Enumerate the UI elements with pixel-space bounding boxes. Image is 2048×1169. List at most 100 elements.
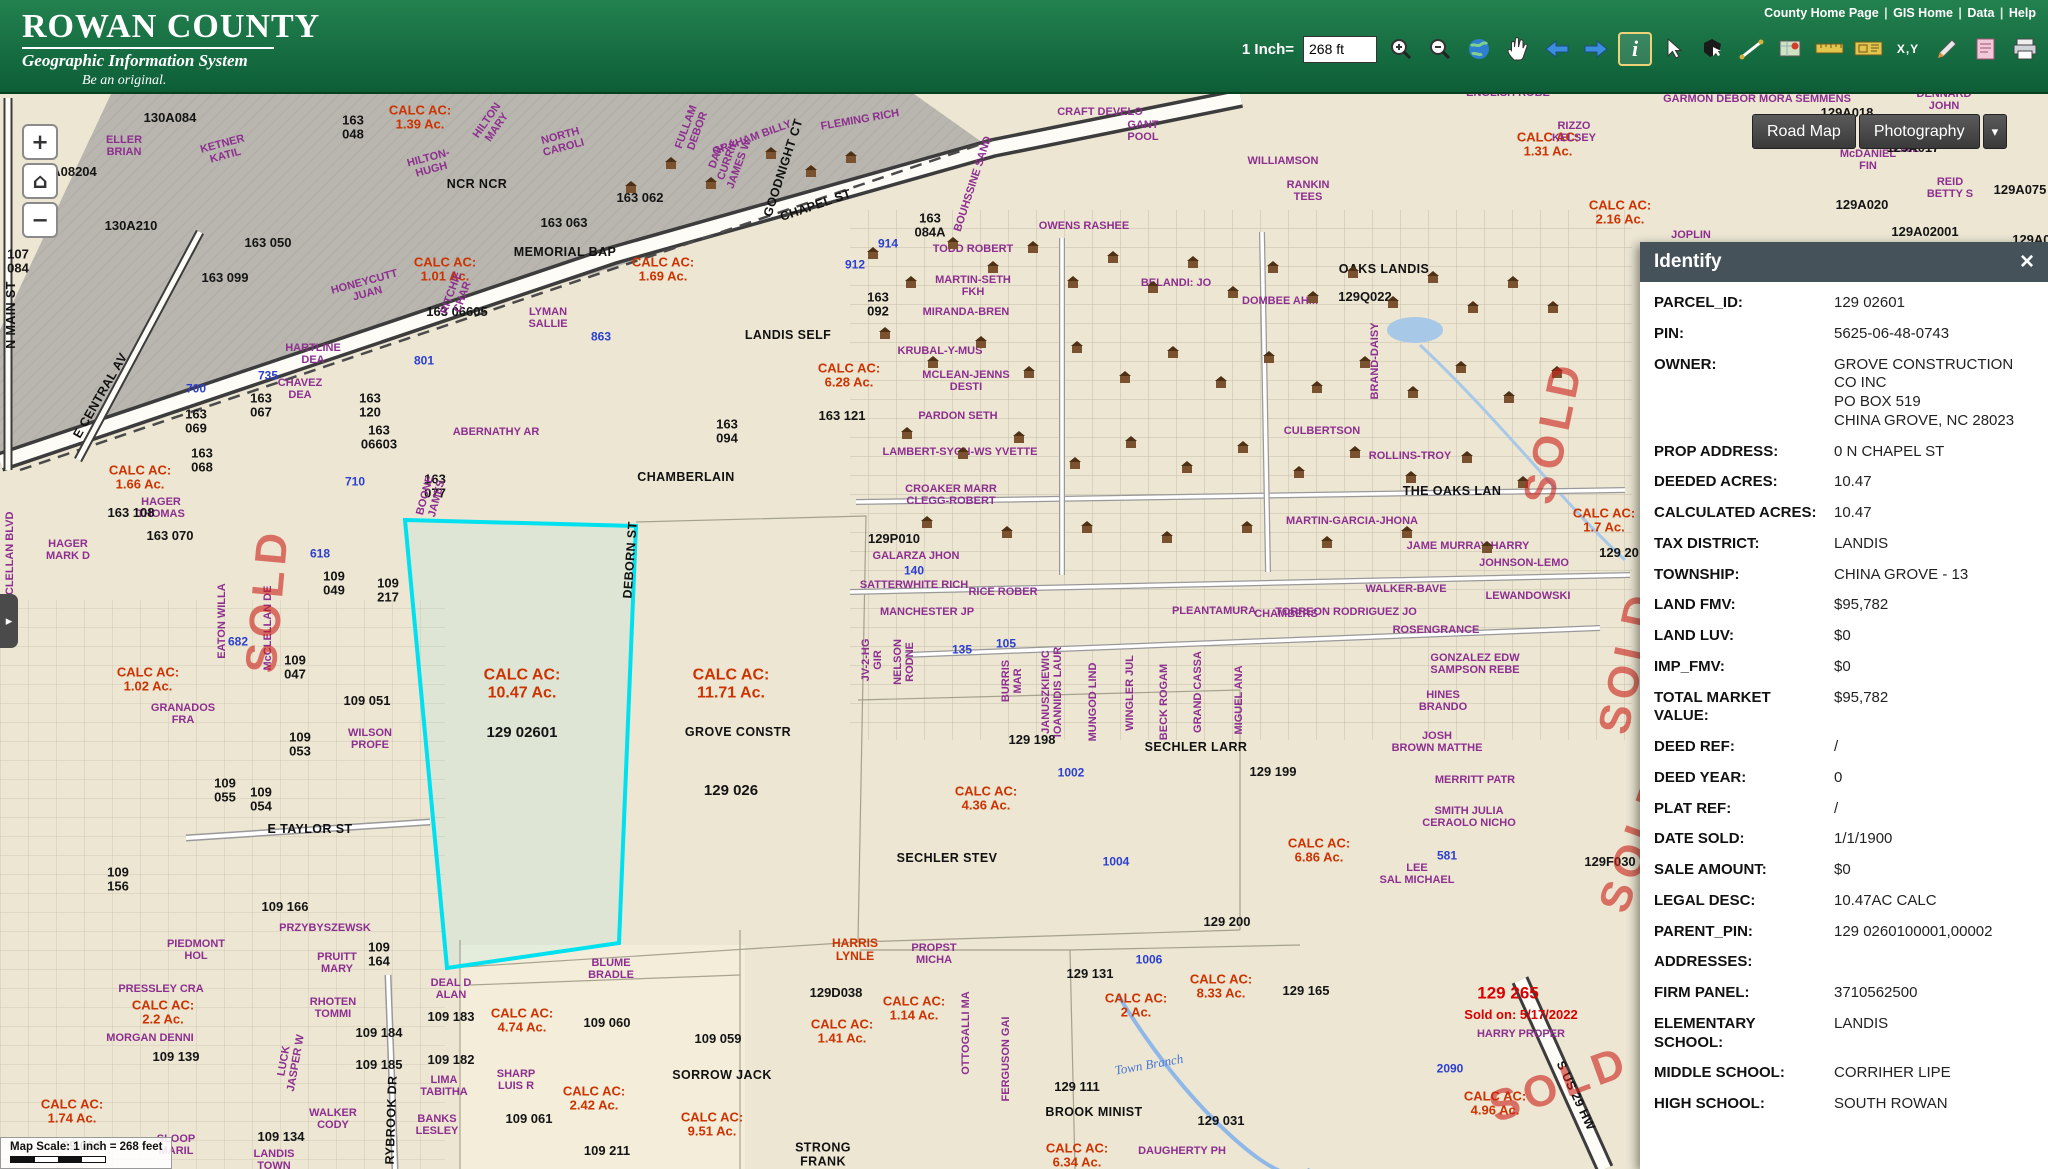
identify-field-value: 129 0260100001,00002 [1834,923,2034,942]
identify-row: TOTAL MARKET VALUE:$95,782 [1654,683,2034,733]
panel-collapse-tab[interactable]: ▸ [0,594,18,648]
identify-field-label: FIRM PANEL: [1654,984,1826,1003]
identify-icon[interactable]: i [1618,32,1652,66]
identify-field-label: DEEDED ACRES: [1654,473,1826,492]
identify-field-value: 10.47 [1834,473,2034,492]
scalebar-bar [10,1156,106,1163]
stream-town-branch [1118,995,1310,1169]
identify-row: CALCULATED ACRES: 10.47 [1654,498,2034,529]
identify-field-label: TOTAL MARKET VALUE: [1654,689,1826,727]
identify-panel: Identify × PARCEL_ID:129 02601PIN:5625-0… [1640,242,2048,1169]
identify-row: HIGH SCHOOL:SOUTH ROWAN [1654,1089,2034,1120]
forward-icon[interactable] [1579,32,1613,66]
home-button[interactable]: ⌂ [22,163,58,199]
identify-field-label: LAND FMV: [1654,596,1826,615]
identify-row: FIRM PANEL: 3710562500 [1654,978,2034,1009]
identify-field-value: 129 02601 [1834,294,2034,313]
identify-row: LEGAL DESC: 10.47AC CALC [1654,886,2034,917]
identify-field-value: 10.47 [1834,504,2034,523]
zoom-in-button[interactable]: + [22,124,58,160]
measure-icon[interactable] [1735,32,1769,66]
identify-field-label: PIN: [1654,325,1826,344]
logo-subtitle: Geographic Information System [22,51,320,71]
measure-distance-icon[interactable] [1813,32,1847,66]
basemap-button-road-map[interactable]: Road Map [1752,114,1856,149]
identify-field-label: PROP ADDRESS: [1654,443,1826,462]
identify-row: PARENT_PIN: 129 0260100001,00002 [1654,917,2034,948]
xy-icon[interactable]: X,Y [1891,32,1925,66]
logo-rule [22,47,274,49]
identify-field-value: CORRIHER LIPE [1834,1064,2034,1083]
basemap-dropdown-button[interactable]: ▾ [1983,114,2008,149]
identify-field-label: HIGH SCHOOL: [1654,1095,1826,1114]
zoom-in-icon[interactable] [1384,32,1418,66]
identify-field-value [1834,953,2034,972]
basemap-switcher: Road MapPhotography▾ [1752,114,2007,149]
identify-field-label: ELEMENTARY SCHOOL: [1654,1015,1826,1053]
close-icon[interactable]: × [2020,250,2034,274]
globe-icon[interactable] [1462,32,1496,66]
basemap-button-photography[interactable]: Photography [1859,114,1980,149]
identify-field-value: 3710562500 [1834,984,2034,1003]
pan-icon[interactable] [1501,32,1535,66]
identify-row: LAND FMV: $95,782 [1654,590,2034,621]
zoom-out-icon[interactable] [1423,32,1457,66]
identify-field-value: $0 [1834,861,2034,880]
measure-area-icon[interactable] [1852,32,1886,66]
identify-field-label: MIDDLE SCHOOL: [1654,1064,1826,1083]
report-icon[interactable] [1969,32,2003,66]
identify-field-value: 0 [1834,769,2034,788]
scale-input[interactable] [1303,36,1377,63]
subdivision-grid [850,210,1632,740]
header-link[interactable]: Data [1967,6,1994,20]
identify-field-label: LEGAL DESC: [1654,892,1826,911]
select-features-icon[interactable] [1696,32,1730,66]
map-export-icon[interactable] [1774,32,1808,66]
identify-field-value: GROVE CONSTRUCTION CO INC PO BOX 519 CHI… [1834,356,2034,431]
identify-row: MIDDLE SCHOOL: CORRIHER LIPE [1654,1058,2034,1089]
back-icon[interactable] [1540,32,1574,66]
identify-field-label: CALCULATED ACRES: [1654,504,1826,523]
identify-field-label: OWNER: [1654,356,1826,431]
identify-field-label: TOWNSHIP: [1654,566,1826,585]
print-icon[interactable] [2008,32,2042,66]
identify-field-value: CHINA GROVE - 13 [1834,566,2034,585]
identify-field-value: $0 [1834,627,2034,646]
identify-field-label: DEED REF: [1654,738,1826,757]
identify-field-label: PLAT REF: [1654,800,1826,819]
pointer-icon[interactable] [1657,32,1691,66]
header-link[interactable]: County Home Page [1764,6,1879,20]
identify-row: ADDRESSES: [1654,947,2034,978]
identify-row: TAX DISTRICT:LANDIS [1654,529,2034,560]
identify-panel-header: Identify × [1640,242,2048,282]
identify-field-value: $0 [1834,658,2034,677]
identify-title: Identify [1654,251,1722,273]
identify-row: DATE SOLD:1/1/1900 [1654,824,2034,855]
map-nav-controls: + ⌂ − [22,124,58,238]
identify-row: OWNER:GROVE CONSTRUCTION CO INC PO BOX 5… [1654,350,2034,437]
identify-row: DEED REF:/ [1654,732,2034,763]
identify-field-label: PARCEL_ID: [1654,294,1826,313]
logo-title: ROWAN COUNTY [22,8,320,46]
identify-row: PROP ADDRESS:0 N CHAPEL ST [1654,437,2034,468]
identify-row: ELEMENTARY SCHOOL:LANDIS [1654,1009,2034,1059]
header-link[interactable]: Help [2009,6,2036,20]
identify-field-label: DATE SOLD: [1654,830,1826,849]
identify-field-value: $95,782 [1834,596,2034,615]
identify-row: LAND LUV:$0 [1654,621,2034,652]
identify-field-value: / [1834,800,2034,819]
identify-row: IMP_FMV:$0 [1654,652,2034,683]
app-header: ROWAN COUNTY Geographic Information Syst… [0,0,2048,94]
identify-field-value: 10.47AC CALC [1834,892,2034,911]
zoom-out-button[interactable]: − [22,202,58,238]
map-scalebar: Map Scale: 1 inch = 268 feet [0,1137,172,1169]
identify-field-label: PARENT_PIN: [1654,923,1826,942]
identify-row: DEEDED ACRES: 10.47 [1654,467,2034,498]
identify-row: DEED YEAR:0 [1654,763,2034,794]
toolbar: 1 Inch= iX,Y [1242,32,2042,66]
draw-icon[interactable] [1930,32,1964,66]
header-link[interactable]: GIS Home [1893,6,1953,20]
identify-row: TOWNSHIP: CHINA GROVE - 13 [1654,560,2034,591]
identify-row: PARCEL_ID: 129 02601 [1654,288,2034,319]
identify-field-value: LANDIS [1834,1015,2034,1053]
